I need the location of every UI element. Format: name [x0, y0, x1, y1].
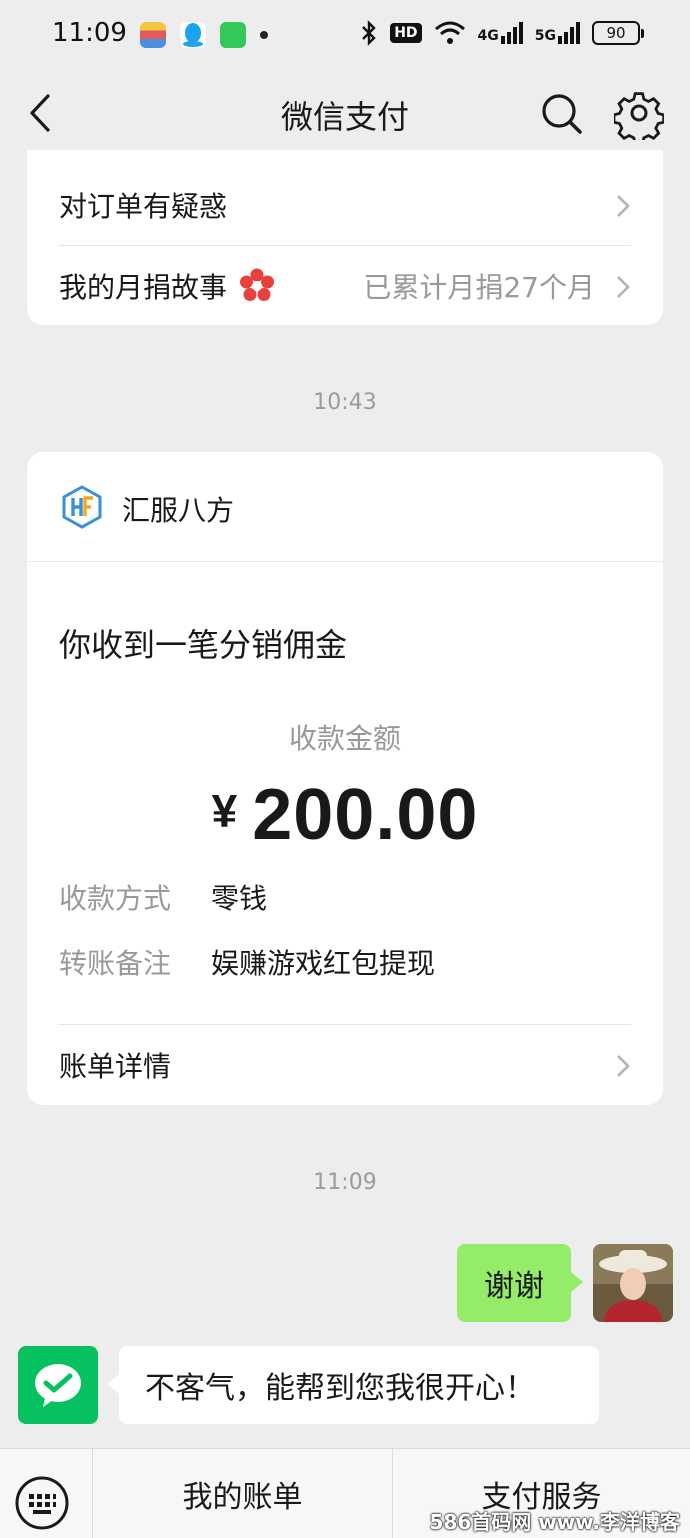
tab-my-bill[interactable]: 我的账单	[92, 1449, 392, 1538]
battery-icon: 90	[592, 21, 644, 45]
gear-icon[interactable]	[614, 90, 664, 140]
chevron-right-icon	[617, 276, 630, 298]
incoming-message[interactable]: 不客气，能帮到您我很开心！	[107, 1346, 599, 1424]
message-text: 谢谢	[484, 1269, 544, 1304]
row-label: 对订单有疑惑	[59, 190, 228, 223]
field-key: 转账备注	[59, 947, 172, 980]
amount-number: 200.00	[252, 775, 479, 855]
chevron-right-icon	[617, 195, 630, 217]
field-value: 娱赚游戏红包提现	[211, 947, 436, 980]
qq-icon	[180, 22, 206, 48]
timestamp: 10:43	[313, 390, 377, 415]
timestamp: 11:09	[313, 1170, 377, 1195]
amount-value: ¥200.00	[27, 774, 663, 856]
payment-method-field: 收款方式 零钱	[59, 877, 267, 917]
wechat-pay-icon	[35, 1364, 81, 1407]
outgoing-message[interactable]: 谢谢	[457, 1244, 583, 1322]
search-icon[interactable]	[538, 90, 586, 138]
signal-4g: 4G	[478, 22, 523, 44]
bill-detail-row[interactable]: 账单详情	[59, 1024, 631, 1104]
payment-notice-card[interactable]: 汇服八方 你收到一笔分销佣金 收款金额 ¥200.00 收款方式 零钱 转账备注…	[27, 452, 663, 1105]
donation-summary: 已累计月捐27个月	[363, 270, 595, 304]
field-key: 收款方式	[59, 882, 172, 915]
system-indicators: HD 4G 5G 90	[360, 20, 644, 46]
amount-label: 收款金额	[288, 722, 401, 755]
status-bar: 11:09 HD 4G 5G 90	[0, 0, 690, 72]
notification-icons	[140, 22, 268, 48]
notification-dot-icon	[260, 31, 268, 39]
merchant-header[interactable]: 汇服八方	[27, 452, 663, 562]
merchant-logo-icon	[62, 485, 102, 529]
row-label: 我的月捐故事	[59, 270, 228, 304]
red-flower-icon	[240, 268, 275, 301]
status-time: 11:09	[52, 18, 127, 48]
merchant-name: 汇服八方	[122, 494, 235, 527]
signal-bars-icon	[558, 22, 580, 44]
wechat-pay-avatar[interactable]	[18, 1346, 98, 1424]
message-text: 不客气，能帮到您我很开心！	[145, 1371, 535, 1406]
signal-bars-icon	[500, 22, 523, 44]
monthly-donation-row[interactable]: 我的月捐故事 已累计月捐27个月	[59, 245, 631, 325]
chevron-right-icon	[617, 1055, 630, 1077]
order-question-row[interactable]: 对订单有疑惑	[59, 165, 631, 245]
avatar[interactable]	[593, 1244, 673, 1322]
watermark: 586首码网 www.李洋博客	[429, 1510, 680, 1534]
notice-title: 你收到一笔分销佣金	[59, 626, 348, 664]
tab-label: 我的账单	[182, 1480, 303, 1515]
previous-notice-card: 对订单有疑惑 我的月捐故事 已累计月捐27个月	[27, 150, 663, 325]
bluetooth-icon	[362, 20, 376, 46]
bill-detail-link: 账单详情	[59, 1049, 172, 1083]
sim-app-icon	[220, 22, 246, 48]
currency-symbol: ¥	[211, 785, 239, 837]
nav-bar: 微信支付	[0, 72, 690, 160]
battery-level: 90	[606, 24, 626, 42]
signal-5g: 5G	[535, 22, 580, 44]
field-value: 零钱	[211, 882, 268, 915]
wallet-app-icon	[140, 22, 166, 48]
wifi-icon	[434, 21, 465, 44]
hd-badge: HD	[390, 23, 422, 43]
user-avatar-image	[593, 1244, 673, 1322]
transfer-note-field: 转账备注 娱赚游戏红包提现	[59, 942, 435, 982]
keyboard-icon[interactable]	[14, 1475, 70, 1531]
page-title: 微信支付	[280, 98, 409, 136]
